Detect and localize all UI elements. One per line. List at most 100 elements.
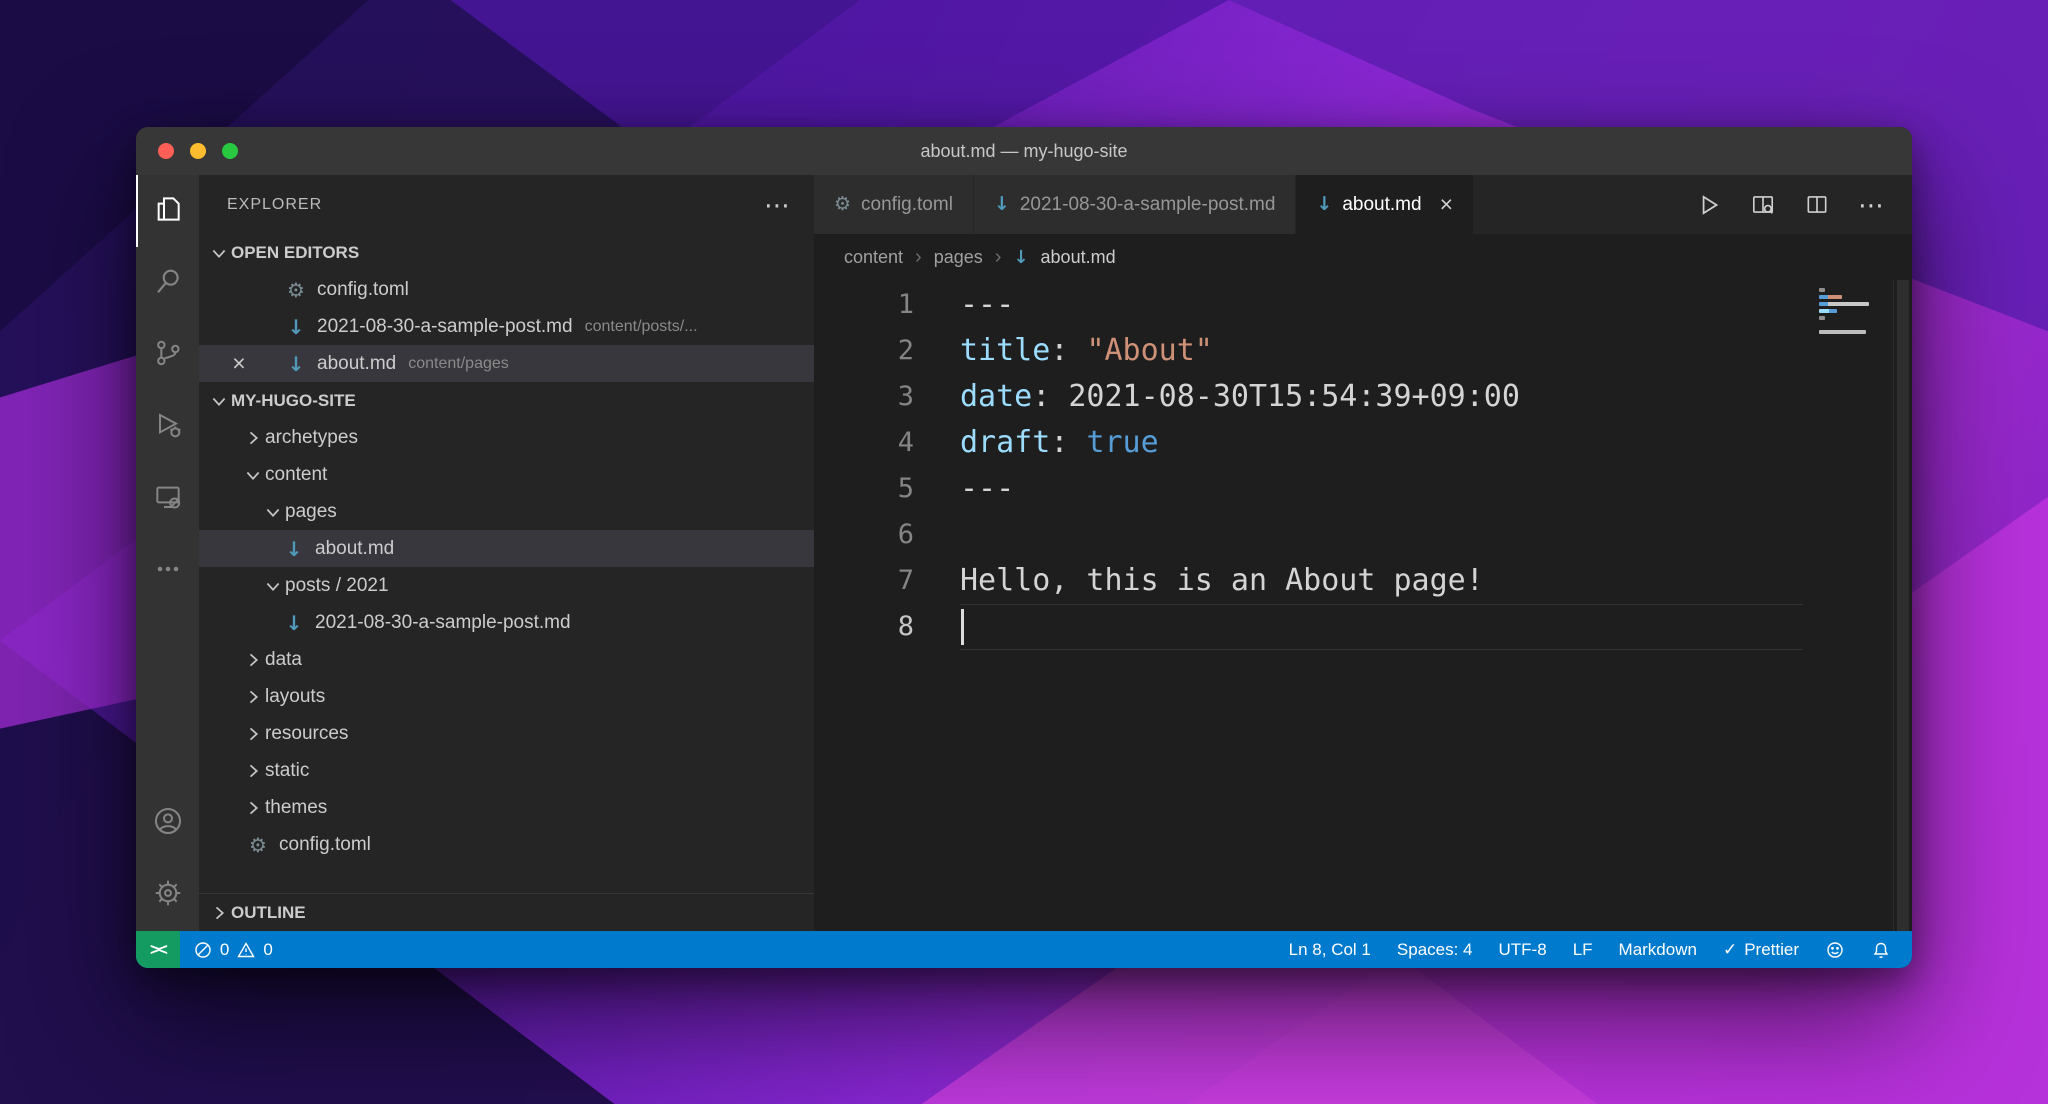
- settings-button[interactable]: [136, 859, 199, 931]
- zoom-window-button[interactable]: [222, 143, 238, 159]
- tree-item-label: static: [265, 759, 310, 781]
- accounts-button[interactable]: [136, 787, 199, 859]
- tree-item-label: content: [265, 463, 328, 485]
- open-editors-header[interactable]: OPEN EDITORS: [199, 234, 814, 271]
- tree-item-label: data: [265, 648, 302, 670]
- chevron-down-icon: [241, 465, 265, 485]
- code-line[interactable]: 4 draft: true: [814, 420, 1809, 466]
- account-icon: [152, 805, 184, 842]
- open-editor-label: config.toml: [317, 278, 409, 300]
- notifications-button[interactable]: [1858, 931, 1904, 968]
- minimize-window-button[interactable]: [190, 143, 206, 159]
- warning-count: 0: [263, 939, 273, 959]
- markdown-file-icon: ↓: [1316, 193, 1333, 215]
- tree-item-about-md[interactable]: ↓ about.md: [199, 530, 814, 567]
- code-line-current[interactable]: 8: [814, 604, 1809, 650]
- tree-item-config-toml[interactable]: ⚙ config.toml: [199, 826, 814, 863]
- tree-item-content[interactable]: content: [199, 456, 814, 493]
- code-line[interactable]: 2 title: "About": [814, 328, 1809, 374]
- run-button[interactable]: [1696, 192, 1722, 218]
- open-preview-button[interactable]: [1750, 192, 1776, 218]
- editor[interactable]: 1 --- 2 title: "About" 3 date: 2021-08-3…: [814, 280, 1809, 931]
- tree-item-label: about.md: [315, 537, 395, 559]
- scrollbar-thumb[interactable]: [1897, 280, 1909, 931]
- formatter-indicator[interactable]: ✓ Prettier: [1710, 931, 1812, 968]
- editor-body: 1 --- 2 title: "About" 3 date: 2021-08-3…: [814, 280, 1912, 931]
- tree-item-archetypes[interactable]: archetypes: [199, 419, 814, 456]
- tree-item-label: archetypes: [265, 426, 358, 448]
- encoding-indicator[interactable]: UTF-8: [1486, 931, 1560, 968]
- close-icon[interactable]: ×: [1440, 193, 1453, 216]
- outline-label: OUTLINE: [231, 902, 306, 922]
- tree-item-pages[interactable]: pages: [199, 493, 814, 530]
- tree-item-resources[interactable]: resources: [199, 715, 814, 752]
- chevron-right-icon: [241, 650, 265, 670]
- tree-item-themes[interactable]: themes: [199, 789, 814, 826]
- minimap-line: [1819, 316, 1825, 320]
- feedback-button[interactable]: [1812, 931, 1858, 968]
- outline-header[interactable]: OUTLINE: [199, 893, 814, 931]
- remote-indicator[interactable]: ><: [136, 931, 180, 968]
- minimap-line: [1819, 309, 1837, 313]
- open-editor-about-md[interactable]: × ↓ about.md content/pages: [199, 345, 814, 382]
- markdown-file-icon: ↓: [285, 610, 303, 635]
- feedback-smiley-icon: [1825, 940, 1845, 960]
- breadcrumb-item[interactable]: pages: [934, 247, 983, 268]
- tree-item-sample-post[interactable]: ↓ 2021-08-30-a-sample-post.md: [199, 604, 814, 641]
- code-line[interactable]: 1 ---: [814, 282, 1809, 328]
- code-line[interactable]: 5 ---: [814, 466, 1809, 512]
- sidebar-title-row: EXPLORER ⋯: [227, 189, 792, 220]
- sidebar-explorer: EXPLORER ⋯ OPEN EDITORS ⚙ config.toml ↓ …: [199, 175, 814, 931]
- language-mode-indicator[interactable]: Markdown: [1606, 931, 1710, 968]
- close-icon[interactable]: ×: [227, 352, 251, 375]
- code-line[interactable]: 7 Hello, this is an About page!: [814, 558, 1809, 604]
- code-line[interactable]: 3 date: 2021-08-30T15:54:39+09:00: [814, 374, 1809, 420]
- open-editor-config-toml[interactable]: ⚙ config.toml: [199, 271, 814, 308]
- error-count: 0: [219, 939, 230, 959]
- workspace-root-header[interactable]: MY-HUGO-SITE: [199, 382, 814, 419]
- tree-item-data[interactable]: data: [199, 641, 814, 678]
- chevron-down-icon: [261, 502, 285, 522]
- chevron-down-icon: [261, 576, 285, 596]
- markdown-file-icon: ↓: [287, 351, 305, 376]
- activity-more-views-button[interactable]: [136, 535, 199, 607]
- code-line[interactable]: 6: [814, 512, 1809, 558]
- run-debug-icon: [152, 409, 184, 446]
- chevron-right-icon: [241, 687, 265, 707]
- activity-source-control-button[interactable]: [136, 319, 199, 391]
- open-editor-sample-post[interactable]: ↓ 2021-08-30-a-sample-post.md content/po…: [199, 308, 814, 345]
- tab-about-md[interactable]: ↓ about.md ×: [1296, 175, 1475, 234]
- tab-sample-post[interactable]: ↓ 2021-08-30-a-sample-post.md: [973, 175, 1297, 234]
- minimap[interactable]: [1809, 280, 1893, 931]
- indentation-indicator[interactable]: Spaces: 4: [1384, 931, 1486, 968]
- ellipsis-icon: [152, 553, 184, 590]
- vertical-scrollbar[interactable]: [1893, 280, 1912, 931]
- activity-remote-explorer-button[interactable]: [136, 463, 199, 535]
- activity-run-debug-button[interactable]: [136, 391, 199, 463]
- eol-indicator[interactable]: LF: [1560, 931, 1606, 968]
- markdown-file-icon: ↓: [287, 314, 305, 339]
- cursor-position-indicator[interactable]: Ln 8, Col 1: [1276, 931, 1384, 968]
- problems-indicator[interactable]: 0 0: [180, 931, 286, 968]
- status-bar-right: Ln 8, Col 1 Spaces: 4 UTF-8 LF Markdown …: [1276, 931, 1912, 968]
- tree-item-static[interactable]: static: [199, 752, 814, 789]
- chevron-right-icon: [207, 903, 231, 923]
- activity-bar: [136, 175, 199, 931]
- tree-item-posts-2021[interactable]: posts / 2021: [199, 567, 814, 604]
- breadcrumb-item[interactable]: about.md: [1041, 247, 1116, 268]
- breadcrumb-item[interactable]: content: [844, 247, 903, 268]
- warning-icon: [236, 940, 256, 960]
- close-window-button[interactable]: [158, 143, 174, 159]
- minimap-line: [1819, 295, 1842, 299]
- tab-label: about.md: [1342, 193, 1422, 215]
- tree-item-layouts[interactable]: layouts: [199, 678, 814, 715]
- activity-explorer-button[interactable]: [136, 175, 199, 247]
- open-editors-label: OPEN EDITORS: [231, 242, 360, 262]
- tree-item-label: layouts: [265, 685, 326, 707]
- split-editor-button[interactable]: [1804, 192, 1830, 218]
- minimap-line: [1819, 288, 1825, 292]
- line-number: 4: [897, 427, 914, 458]
- activity-search-button[interactable]: [136, 247, 199, 319]
- tab-config-toml[interactable]: ⚙ config.toml: [814, 175, 974, 234]
- titlebar[interactable]: about.md — my-hugo-site: [136, 127, 1912, 175]
